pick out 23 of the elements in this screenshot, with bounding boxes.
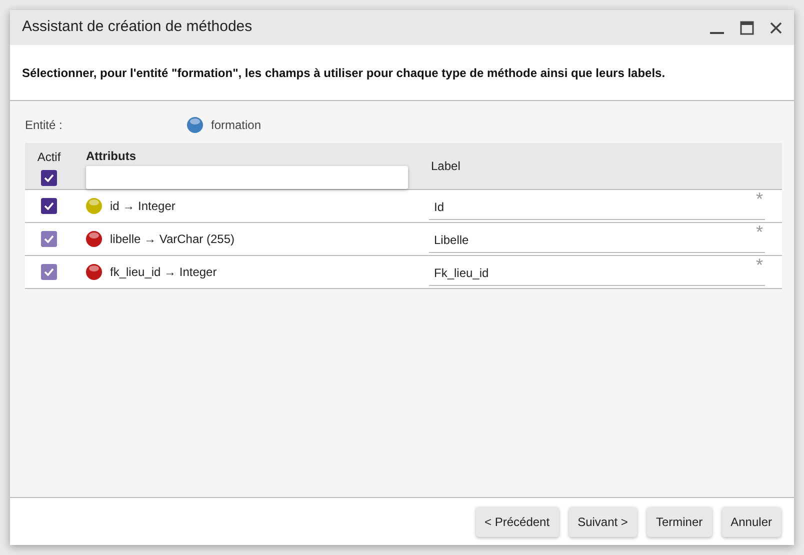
footer-button[interactable]: Terminer [646, 506, 712, 536]
attribute-text: id → Integer [110, 198, 176, 215]
column-header: Label [431, 158, 460, 175]
check-icon [44, 268, 54, 276]
check-icon [44, 202, 54, 210]
attribute-text: fk_lieu_id → Integer [110, 264, 217, 281]
column-header: Attributs [86, 148, 137, 165]
column-header: Actif [37, 149, 61, 166]
window-title: Assistant de création de méthodes [22, 17, 254, 38]
footer-button[interactable]: Annuler [722, 506, 781, 536]
close-icon[interactable] [770, 22, 782, 34]
check-icon [44, 174, 54, 182]
checkbox[interactable] [41, 170, 57, 186]
attribute-text: libelle → VarChar (255) [110, 231, 234, 248]
check-icon [44, 235, 54, 243]
description-text: Sélectionner, pour l'entité "formation", les champs à utiliser pour chaque type de méthode ainsi que leurs labels. [22, 64, 666, 82]
footer-button[interactable]: Suivant > [568, 506, 637, 536]
entity-label: Entité : [25, 117, 64, 134]
entity-name: formation [211, 117, 262, 134]
filter-field[interactable] [86, 166, 408, 189]
maximize-icon[interactable] [740, 20, 754, 34]
footer-button[interactable]: < Précédent [476, 506, 559, 536]
checkbox[interactable] [41, 198, 57, 214]
